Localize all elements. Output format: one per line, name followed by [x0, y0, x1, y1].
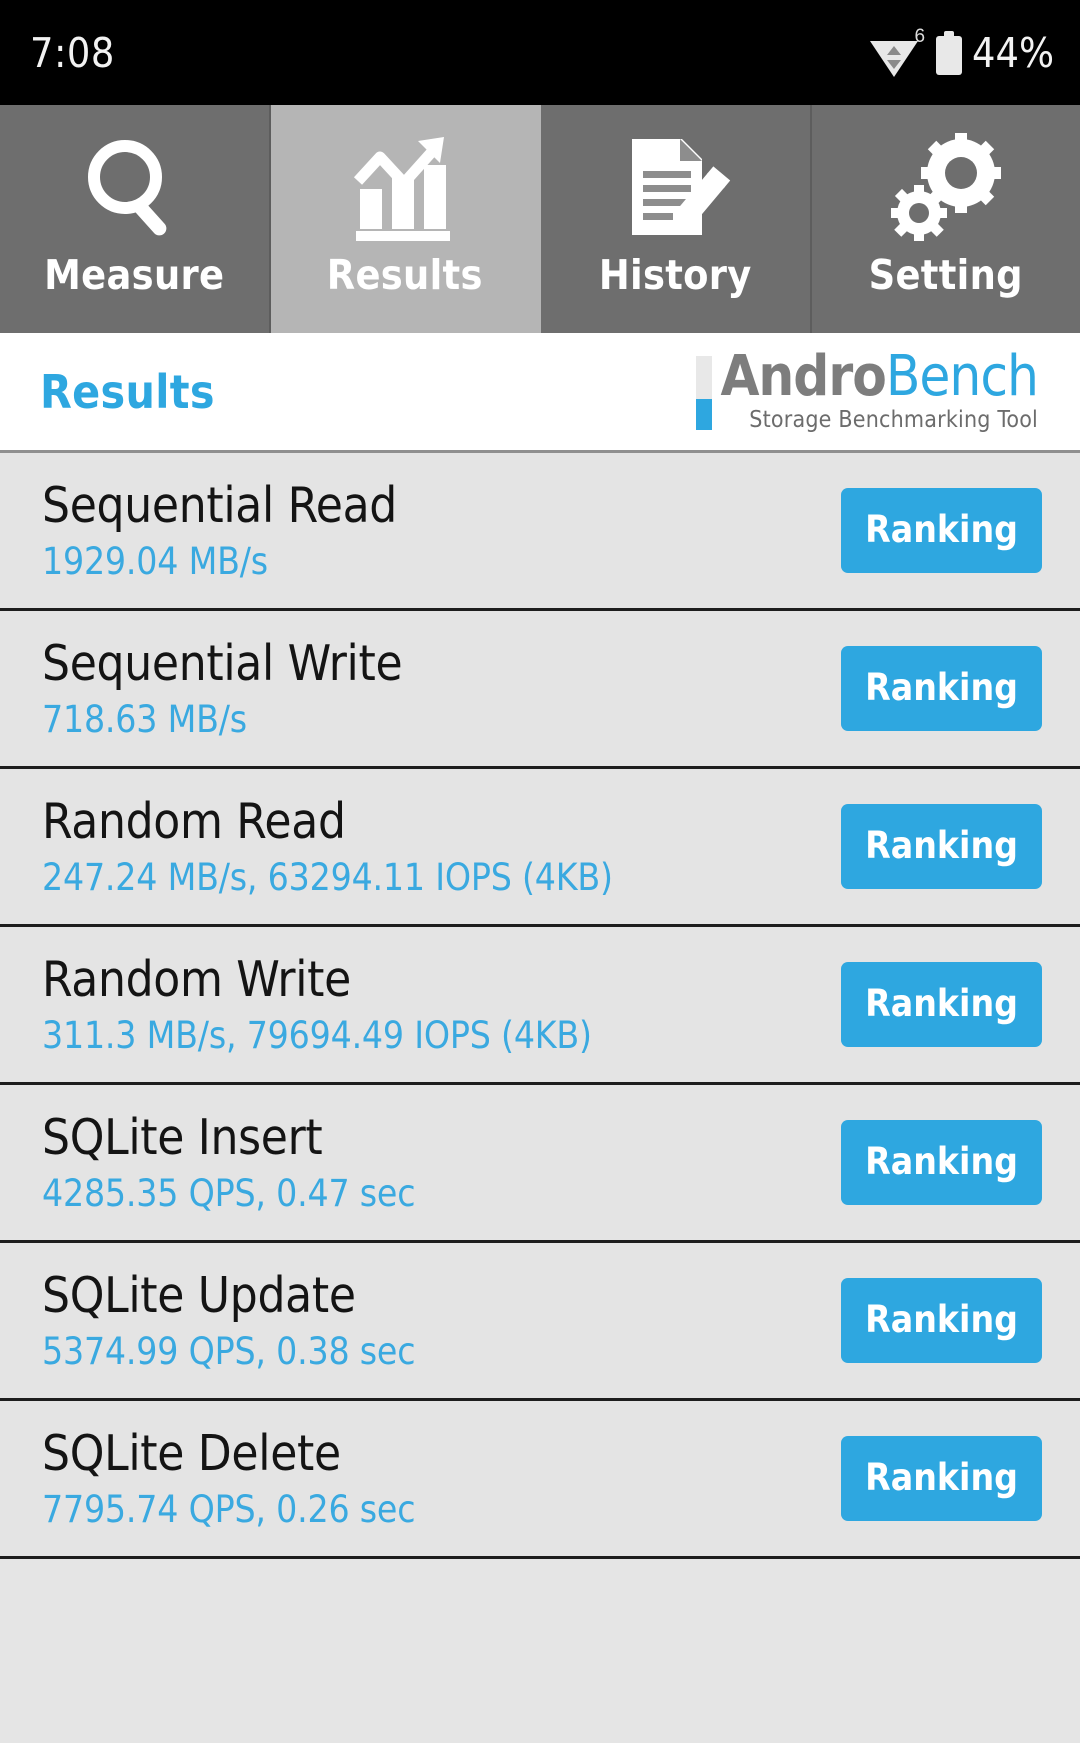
table-row[interactable]: Random Read 247.24 MB/s, 63294.11 IOPS (…	[0, 769, 1080, 927]
result-name: SQLite Delete	[42, 1424, 341, 1482]
tab-measure[interactable]: Measure	[0, 105, 271, 333]
result-value: 1929.04 MB/s	[42, 540, 268, 584]
androbench-logo: AndroBench Storage Benchmarking Tool	[696, 348, 1039, 434]
bar-chart-trend-icon	[346, 131, 464, 249]
tab-setting-label: Setting	[868, 251, 1023, 299]
result-value: 247.24 MB/s, 63294.11 IOPS (4KB)	[42, 856, 613, 900]
row-texts: SQLite Insert 4285.35 QPS, 0.47 sec	[42, 1108, 416, 1216]
row-texts: Random Write 311.3 MB/s, 79694.49 IOPS (…	[42, 950, 592, 1058]
ranking-button[interactable]: Ranking	[841, 1120, 1042, 1205]
table-row[interactable]: SQLite Insert 4285.35 QPS, 0.47 sec Rank…	[0, 1085, 1080, 1243]
result-name: Random Write	[42, 950, 351, 1008]
page-title: Results	[40, 364, 215, 419]
result-value: 5374.99 QPS, 0.38 sec	[42, 1330, 416, 1374]
result-name: Sequential Write	[42, 634, 403, 692]
table-row[interactable]: Random Write 311.3 MB/s, 79694.49 IOPS (…	[0, 927, 1080, 1085]
logo-andro-text: Andro	[720, 343, 886, 409]
row-texts: Sequential Read 1929.04 MB/s	[42, 476, 397, 584]
ranking-button[interactable]: Ranking	[841, 1278, 1042, 1363]
logo-bar-mark	[696, 355, 713, 430]
result-name: SQLite Update	[42, 1266, 356, 1324]
logo-wordmark: AndroBench	[720, 348, 1039, 404]
ranking-button[interactable]: Ranking	[841, 646, 1042, 731]
wifi-icon: 6	[868, 26, 925, 79]
result-value: 718.63 MB/s	[42, 698, 247, 742]
ranking-button[interactable]: Ranking	[841, 1436, 1042, 1521]
tab-results-label: Results	[326, 251, 483, 299]
tab-measure-label: Measure	[44, 251, 225, 299]
logo-tagline: Storage Benchmarking Tool	[749, 407, 1038, 434]
tab-history[interactable]: History	[541, 105, 812, 333]
wifi-generation-label: 6	[914, 25, 926, 47]
row-texts: Sequential Write 718.63 MB/s	[42, 634, 403, 742]
result-name: SQLite Insert	[42, 1108, 323, 1166]
row-texts: SQLite Update 5374.99 QPS, 0.38 sec	[42, 1266, 416, 1374]
result-value: 311.3 MB/s, 79694.49 IOPS (4KB)	[42, 1014, 592, 1058]
logo-bench-text: Bench	[885, 343, 1039, 409]
result-value: 7795.74 QPS, 0.26 sec	[42, 1488, 416, 1532]
table-row[interactable]: SQLite Update 5374.99 QPS, 0.38 sec Rank…	[0, 1243, 1080, 1401]
tab-results[interactable]: Results	[270, 105, 541, 333]
ranking-button[interactable]: Ranking	[841, 962, 1042, 1047]
tab-setting[interactable]: Setting	[811, 105, 1080, 333]
row-texts: SQLite Delete 7795.74 QPS, 0.26 sec	[42, 1424, 416, 1532]
results-list: Sequential Read 1929.04 MB/s Ranking Seq…	[0, 453, 1080, 1559]
status-bar: 7:08 6 44%	[0, 0, 1080, 105]
table-row[interactable]: Sequential Write 718.63 MB/s Ranking	[0, 611, 1080, 769]
result-value: 4285.35 QPS, 0.47 sec	[42, 1172, 416, 1216]
gears-icon	[887, 131, 1005, 249]
status-clock: 7:08	[30, 28, 115, 77]
ranking-button[interactable]: Ranking	[841, 488, 1042, 573]
row-texts: Random Read 247.24 MB/s, 63294.11 IOPS (…	[42, 792, 613, 900]
result-name: Sequential Read	[42, 476, 397, 534]
battery-percent-label: 44%	[972, 28, 1054, 77]
battery-icon	[936, 30, 963, 75]
table-row[interactable]: Sequential Read 1929.04 MB/s Ranking	[0, 453, 1080, 611]
main-tab-bar: Measure Results History Setting	[0, 105, 1080, 333]
tab-history-label: History	[598, 251, 752, 299]
document-pencil-icon	[616, 131, 734, 249]
magnifier-icon	[75, 131, 193, 249]
table-row[interactable]: SQLite Delete 7795.74 QPS, 0.26 sec Rank…	[0, 1401, 1080, 1559]
results-header: Results AndroBench Storage Benchmarking …	[0, 333, 1080, 453]
status-indicators: 6 44%	[868, 26, 1054, 79]
result-name: Random Read	[42, 792, 346, 850]
ranking-button[interactable]: Ranking	[841, 804, 1042, 889]
